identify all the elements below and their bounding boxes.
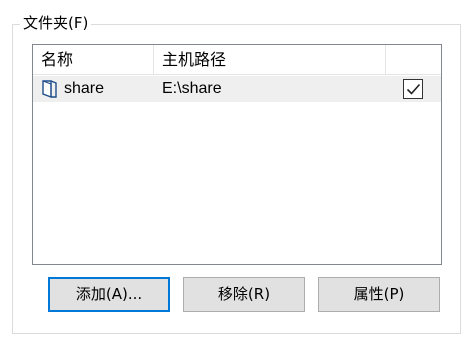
add-button[interactable]: 添加(A)... (48, 277, 170, 312)
column-header-enabled[interactable] (386, 45, 441, 75)
group-title: 文件夹(F) (20, 12, 92, 34)
row-host-path: E:\share (162, 80, 222, 97)
list-item[interactable]: share E:\share (33, 76, 441, 102)
remove-button[interactable]: 移除(R) (183, 277, 305, 312)
properties-button[interactable]: 属性(P) (318, 277, 440, 312)
checkmark-icon (406, 83, 421, 95)
row-enabled-checkbox[interactable] (403, 79, 423, 99)
column-header-host-path[interactable]: 主机路径 (154, 45, 386, 75)
column-header-name[interactable]: 名称 (33, 45, 154, 75)
shared-folder-icon (40, 79, 59, 99)
list-header: 名称 主机路径 (33, 45, 441, 75)
row-folder-name: share (64, 80, 105, 97)
shared-folders-list[interactable]: 名称 主机路径 share E:\share (32, 44, 442, 265)
